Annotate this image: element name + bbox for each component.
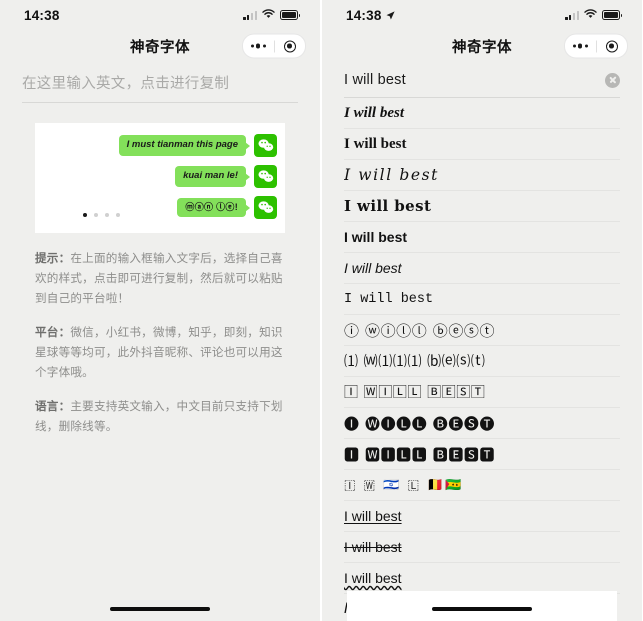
target-circle-icon[interactable] (597, 35, 628, 58)
page-title: 神奇字体 (452, 39, 512, 56)
info-label: 平台： (35, 325, 71, 339)
left-screen-body: 14:38 神奇字体 在这里输入英文，点击进行复制 I must tianman… (0, 0, 320, 621)
battery-icon (602, 10, 623, 20)
font-row-bold-serif[interactable]: I will best (344, 129, 620, 160)
right-status-icons (565, 6, 623, 24)
chat-bubble: ⓜⓐⓝ ⓛⓔ! (177, 197, 246, 218)
font-row-squared[interactable]: 🄸 🅆🄸🄻🄻 🄱🄴🅂🅃 (344, 377, 620, 408)
right-status-bar: 14:38 (322, 0, 642, 30)
info-text: 微信，小红书，微博，知乎，即刻，知识星球等等均可，此外抖音昵称、评论也可以用这个… (35, 325, 283, 379)
bubble-row: kuai man le! (43, 165, 277, 188)
right-status-time: 14:38 (346, 8, 395, 23)
info-paragraph: 提示：在上面的输入框输入文字后，选择自己喜欢的样式，点击即可进行复制，然后就可以… (35, 249, 285, 309)
battery-icon (280, 10, 301, 20)
right-nav-bar: 神奇字体 (322, 30, 642, 62)
left-phone-screen: 14:38 神奇字体 在这里输入英文，点击进行复制 I must tianman… (0, 0, 320, 621)
info-label: 语言： (35, 399, 71, 413)
font-row-bold-sans[interactable]: I will best (344, 222, 620, 253)
wifi-icon (262, 6, 275, 24)
left-status-icons (243, 6, 301, 24)
info-paragraph: 语言：主要支持英文输入，中文目前只支持下划线，删除线等。 (35, 397, 285, 437)
wechat-logo-icon (254, 165, 277, 188)
search-input[interactable]: I will best (344, 72, 406, 88)
carousel-pager[interactable] (83, 213, 120, 217)
font-row-circled[interactable]: ⓘ ⓦⓘⓛⓛ ⓑⓔⓢⓣ (344, 315, 620, 346)
page-title: 神奇字体 (130, 39, 190, 56)
left-status-time: 14:38 (24, 7, 60, 23)
pager-dot[interactable] (83, 213, 87, 217)
wechat-capsule[interactable] (564, 33, 628, 59)
font-row-parenthesized[interactable]: ⑴ ⒲⑴⑴⑴ ⒝⒠⒮⒯ (344, 346, 620, 377)
chat-bubble: kuai man le! (175, 166, 246, 187)
font-row-filled-squared[interactable]: 🅸 🆆🅸🅻🅻 🅱🅴🆂🆃 (344, 439, 620, 470)
wechat-capsule[interactable] (242, 33, 306, 59)
right-status-time-text: 14:38 (346, 7, 382, 23)
text-input-row[interactable]: 在这里输入英文，点击进行复制 (22, 72, 298, 103)
cellular-signal-icon (243, 10, 257, 20)
pager-dot[interactable] (116, 213, 120, 217)
screenshot-root: 14:38 神奇字体 在这里输入英文，点击进行复制 I must tianman… (0, 0, 643, 621)
bubble-row: ⓜⓐⓝ ⓛⓔ! (43, 196, 277, 219)
wechat-logo-icon (254, 134, 277, 157)
font-style-list: I will best I will best I will best I wi… (344, 98, 620, 621)
info-text: 主要支持英文输入，中文目前只支持下划线，删除线等。 (35, 399, 283, 433)
pager-dot[interactable] (105, 213, 109, 217)
info-text: 在上面的输入框输入文字后，选择自己喜欢的样式，点击即可进行复制，然后就可以粘贴到… (35, 252, 283, 305)
info-section: 提示：在上面的输入框输入文字后，选择自己喜欢的样式，点击即可进行复制，然后就可以… (35, 249, 285, 437)
bubble-row: I must tianman this page (43, 134, 277, 157)
more-dots-icon[interactable] (565, 35, 596, 58)
home-indicator (110, 607, 210, 611)
cellular-signal-icon (565, 10, 579, 20)
left-status-bar: 14:38 (0, 0, 320, 30)
text-input-placeholder[interactable]: 在这里输入英文，点击进行复制 (22, 72, 298, 93)
left-nav-bar: 神奇字体 (0, 30, 320, 62)
bottom-white-strip (347, 591, 617, 621)
font-row-fraktur[interactable]: I will best (344, 191, 620, 222)
font-row-filled-circled[interactable]: 🅘 🅦🅘🅛🅛 🅑🅔🅢🅣 (344, 408, 620, 439)
wechat-logo-icon (254, 196, 277, 219)
target-circle-icon[interactable] (275, 35, 306, 58)
font-row-regional-flags[interactable]: 🇮 🇼 🇮🇱 🇱 🇧🇪🇸🇹 (344, 470, 620, 501)
font-row-double-struck[interactable]: I will best (344, 501, 620, 532)
font-row-strikethrough[interactable]: I will best (344, 532, 620, 563)
more-dots-icon[interactable] (243, 35, 274, 58)
font-row-bold-italic-serif[interactable]: I will best (344, 98, 620, 129)
info-label: 提示： (35, 252, 71, 265)
clear-circle-icon[interactable] (605, 72, 620, 88)
wifi-icon (584, 6, 597, 24)
right-screen-body: 14:38 神奇字体 I will best I will best I wil… (322, 0, 642, 621)
info-paragraph: 平台：微信，小红书，微博，知乎，即刻，知识星球等等均可，此外抖音昵称、评论也可以… (35, 323, 285, 383)
chat-bubble: I must tianman this page (118, 135, 246, 156)
font-row-italic-sans[interactable]: I will best (344, 253, 620, 284)
right-phone-screen: 14:38 神奇字体 I will best I will best I wil… (322, 0, 642, 621)
location-arrow-icon (386, 8, 395, 23)
font-row-monospace[interactable]: I will best (344, 284, 620, 315)
font-row-script[interactable]: I will best (344, 160, 620, 191)
preview-card: I must tianman this page kuai man le! ⓜⓐ… (35, 123, 285, 233)
pager-dot[interactable] (94, 213, 98, 217)
home-indicator (432, 607, 532, 611)
search-input-row[interactable]: I will best (344, 72, 620, 98)
font-row-wavy-underline[interactable]: I will best (344, 563, 620, 594)
